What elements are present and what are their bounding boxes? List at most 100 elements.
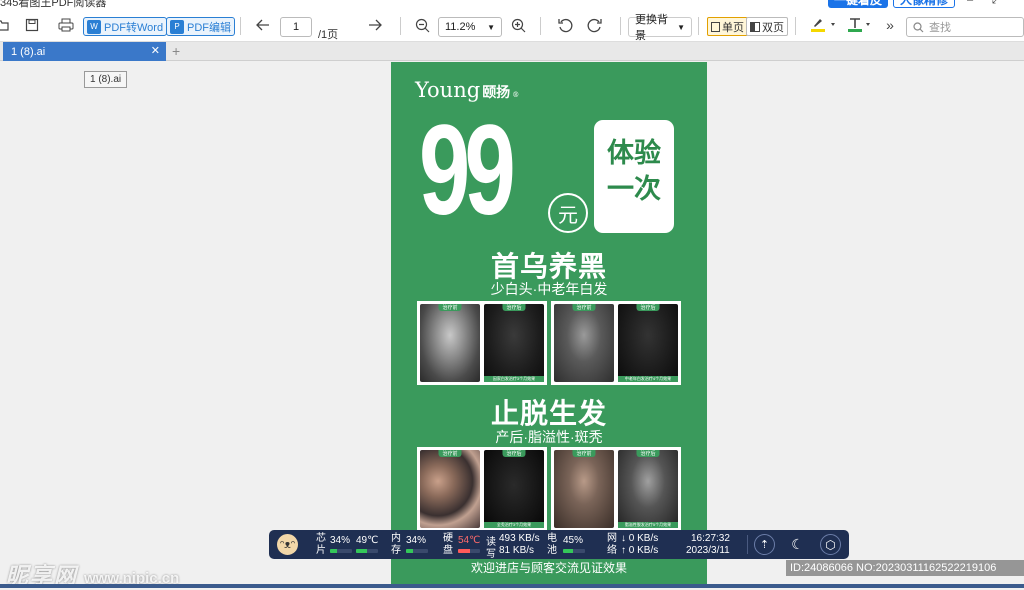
net-download: ↓ 0 KB/s	[621, 533, 659, 544]
zoom-in-icon[interactable]	[508, 8, 528, 42]
hair-photo-after: 治疗后 中老年白发治疗4个月效果	[618, 304, 678, 382]
toolbar-divider	[240, 17, 241, 35]
section2-subtitle: 产后·脂溢性·斑秃	[495, 429, 603, 445]
word-icon: W	[87, 19, 101, 34]
taskbar-strip	[0, 584, 1024, 588]
text-color-tool[interactable]	[845, 8, 875, 42]
clock-time: 16:27:32	[691, 533, 730, 544]
hair-photo-after: 治疗后 因家白发治疗3个月效果	[484, 304, 544, 382]
cpu-temp: 49℃	[356, 535, 379, 546]
double-page-button[interactable]: 双页	[746, 17, 788, 36]
section2-title: 止脱生发	[490, 398, 607, 429]
net-upload: ↑ 0 KB/s	[621, 545, 659, 556]
cpu-temp-bar	[356, 549, 378, 553]
highlight-tool[interactable]	[808, 8, 838, 42]
pdf-to-word-button[interactable]: W PDF转Word	[83, 17, 168, 36]
promo-button-2[interactable]: 人像精修	[893, 0, 955, 8]
rocket-icon[interactable]: ⇡	[754, 534, 775, 555]
background-label: 更换背景	[635, 14, 668, 42]
battery-label-1: 电	[547, 533, 557, 544]
search-input[interactable]: 查找	[906, 17, 1024, 37]
more-tools-button[interactable]: »	[882, 8, 898, 42]
system-monitor-bar[interactable]: ᵔᴥᵔ 芯 片 34% 49℃ 内 存 34% 硬 盘 54℃ 读 493 KB…	[269, 530, 849, 560]
after-label: 治疗后	[636, 304, 660, 311]
edit-doc-icon: P	[170, 19, 184, 34]
disk-temp: 54℃	[458, 535, 481, 546]
title-bar: 345看图王PDF阅读器 一键着皮 人像精修 – ⤢	[0, 0, 1024, 8]
prev-page-arrow-icon[interactable]	[253, 8, 273, 42]
registered-mark: ®	[512, 91, 520, 99]
disk-label-1: 硬	[443, 533, 453, 544]
double-page-icon	[750, 21, 760, 32]
after-label: 治疗后	[502, 304, 526, 311]
save-icon[interactable]	[22, 8, 42, 42]
monitor-divider	[747, 535, 748, 554]
minimize-button[interactable]: –	[967, 0, 973, 6]
promo-button-1[interactable]: 一键着皮	[828, 0, 888, 8]
next-page-arrow-icon[interactable]	[365, 8, 385, 42]
hair-photo-before: 治疗前	[420, 450, 480, 528]
pdf-edit-button[interactable]: P PDF编辑	[166, 17, 235, 36]
zoom-out-icon[interactable]	[412, 8, 432, 42]
watermark-id: ID:24086066 NO:20230311162522219106	[786, 560, 1024, 576]
disk-label-2: 盘	[443, 545, 453, 556]
section1-subtitle: 少白头·中老年白发	[490, 281, 608, 297]
before-after-pair: 治疗前 治疗后 中老年白发治疗4个月效果	[551, 301, 681, 385]
cpu-usage: 34%	[330, 535, 351, 546]
page-number-input[interactable]: 1	[280, 17, 312, 37]
pdf-to-word-label: PDF转Word	[104, 21, 164, 34]
tab-tooltip: 1 (8).ai	[84, 71, 128, 88]
before-label: 治疗前	[438, 304, 462, 311]
mascot-icon[interactable]: ᵔᴥᵔ	[277, 534, 298, 555]
price-unit: 元	[548, 193, 588, 233]
zoom-select[interactable]: 11.2% ▼	[438, 17, 502, 37]
offer-line-2: 一次	[607, 174, 661, 204]
moon-icon[interactable]: ☾	[787, 534, 808, 555]
battery-label-2: 池	[547, 545, 557, 556]
tab-bar: 1 (8).ai ✕ +	[0, 42, 1024, 61]
poster-footer: 欢迎进店与顾客交流见证效果	[470, 561, 627, 575]
pdf-edit-label: PDF编辑	[187, 21, 231, 34]
new-tab-icon[interactable]: +	[172, 42, 180, 61]
search-icon	[913, 21, 924, 32]
page-total-label: /1页	[318, 29, 339, 41]
single-page-button[interactable]: 单页	[707, 17, 748, 36]
net-label-2: 络	[607, 545, 617, 556]
mem-label-1: 内	[391, 533, 401, 544]
rotate-right-icon[interactable]	[584, 8, 604, 42]
section1-photos: 治疗前 治疗后 因家白发治疗3个月效果 治疗前 治疗后 中老年白发治疗4个月效果	[417, 301, 681, 385]
tab-document[interactable]: 1 (8).ai ✕	[3, 42, 166, 61]
disk-temp-bar	[458, 549, 480, 553]
disk-write: 81 KB/s	[499, 545, 535, 556]
offer-box: 体验 一次	[594, 120, 674, 233]
toolbar-divider	[540, 17, 541, 35]
disk-write-label: 写	[486, 549, 496, 560]
before-label: 治疗前	[572, 304, 596, 311]
rotate-left-icon[interactable]	[555, 8, 575, 42]
settings-icon[interactable]: ⬡	[820, 534, 841, 555]
hair-photo-before: 治疗前	[554, 450, 614, 528]
double-page-label: 双页	[762, 21, 784, 34]
disk-read: 493 KB/s	[499, 533, 540, 544]
after-label: 治疗后	[502, 450, 526, 457]
toolbar-divider	[795, 17, 796, 35]
clock-date: 2023/3/11	[686, 545, 730, 556]
battery-bar	[563, 549, 585, 553]
before-label: 治疗前	[438, 450, 462, 457]
zoom-value: 11.2%	[445, 21, 476, 33]
mem-usage-bar	[406, 549, 428, 553]
after-label: 治疗后	[636, 450, 660, 457]
hair-photo-before: 治疗前	[420, 304, 480, 382]
hair-photo-after: 治疗后 全秃治疗3个月效果	[484, 450, 544, 528]
battery-level: 45%	[563, 535, 584, 546]
open-icon[interactable]	[0, 8, 10, 42]
mem-label-2: 存	[391, 545, 401, 556]
single-page-label: 单页	[722, 21, 744, 34]
close-icon[interactable]: ✕	[151, 44, 160, 57]
cpu-usage-bar	[330, 549, 352, 553]
print-icon[interactable]	[56, 8, 76, 42]
background-select[interactable]: 更换背景 ▼	[628, 14, 692, 42]
toolbar-divider	[698, 17, 699, 35]
maximize-button[interactable]: ⤢	[992, 0, 1001, 7]
toolbar-divider	[400, 17, 401, 35]
